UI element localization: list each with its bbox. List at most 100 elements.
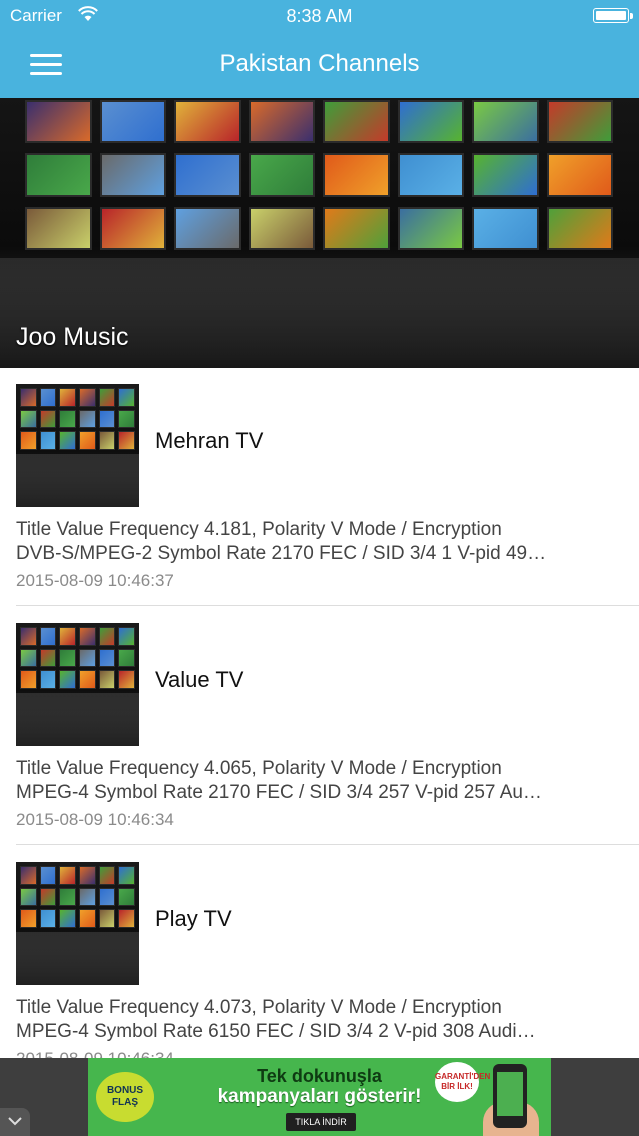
tv-screen-tile [397, 206, 464, 250]
tv-screen-tile [39, 409, 57, 429]
tv-screen-tile [59, 670, 76, 689]
tv-screen-tile [118, 388, 135, 407]
channel-description: Title Value Frequency 4.065, Polarity V … [16, 758, 542, 803]
tv-screen-tile [248, 206, 315, 250]
tv-screen-tile [248, 100, 315, 144]
channel-name: Mehran TV [155, 428, 264, 453]
row-divider [16, 844, 639, 845]
ad-banner[interactable]: BONUS FLAŞ Tek dokunuşla kampanyaları gö… [88, 1058, 551, 1136]
tv-screen-tile [323, 100, 390, 144]
tv-screen-tile [59, 648, 76, 668]
tv-screen-tile [59, 409, 76, 429]
tv-screen-tile [39, 388, 57, 407]
tv-screen-tile [118, 627, 135, 646]
tv-screen-tile [118, 909, 135, 928]
tv-screen-tile [78, 670, 96, 689]
status-bar: Carrier 8:38 AM [0, 0, 639, 32]
tv-screen-tile [472, 100, 539, 144]
tv-screen-tile [39, 648, 57, 668]
channel-description: Title Value Frequency 4.181, Polarity V … [16, 519, 547, 564]
tv-screen-tile [78, 909, 96, 928]
ad-bar: BONUS FLAŞ Tek dokunuşla kampanyaları gö… [0, 1058, 639, 1136]
tv-screen-tile [78, 887, 96, 907]
tv-screen-tile [20, 909, 37, 928]
tv-screen-tile [78, 431, 96, 450]
channel-row[interactable]: Value TV Title Value Frequency 4.065, Po… [0, 607, 639, 845]
tv-screen-tile [25, 153, 92, 197]
tv-screen-tile [99, 153, 166, 197]
ad-download-button[interactable]: TIKLA İNDİR [286, 1113, 356, 1131]
tv-screen-tile [20, 887, 37, 907]
ad-stamp: GARANTİ'DEN BİR İLK! [435, 1062, 490, 1102]
channel-thumbnail [16, 623, 139, 746]
tv-screen-tile [20, 648, 37, 668]
tv-screen-tile [546, 206, 613, 250]
channel-date: 2015-08-09 10:46:37 [16, 571, 174, 590]
tv-wall-image [25, 100, 613, 250]
tv-screen-tile [78, 627, 96, 646]
tv-wall-thumb [20, 866, 135, 928]
tv-screen-tile [78, 648, 96, 668]
tv-screen-tile [39, 887, 57, 907]
page-title: Pakistan Channels [219, 50, 420, 77]
channel-row[interactable]: Mehran TV Title Value Frequency 4.181, P… [0, 368, 639, 606]
tv-screen-tile [546, 153, 613, 197]
phone-icon [493, 1064, 527, 1128]
tv-screen-tile [98, 648, 116, 668]
tv-screen-tile [39, 627, 57, 646]
tv-screen-tile [174, 100, 241, 144]
tv-screen-tile [78, 866, 96, 885]
tv-screen-tile [118, 409, 135, 429]
tv-screen-tile [78, 388, 96, 407]
tv-wall-thumb [20, 388, 135, 450]
channel-name: Play TV [155, 906, 232, 931]
tv-screen-tile [59, 866, 76, 885]
tv-screen-tile [323, 153, 390, 197]
tv-wall-thumb [20, 627, 135, 689]
tv-screen-tile [59, 388, 76, 407]
tv-screen-tile [472, 206, 539, 250]
featured-banner-label: Joo Music [16, 323, 129, 351]
ad-subheadline: kampanyaları gösterir! [217, 1086, 422, 1107]
tv-screen-tile [174, 206, 241, 250]
tv-screen-tile [118, 648, 135, 668]
tv-screen-tile [20, 409, 37, 429]
tv-screen-tile [99, 100, 166, 144]
tv-screen-tile [20, 431, 37, 450]
tv-screen-tile [98, 887, 116, 907]
tv-screen-tile [20, 670, 37, 689]
channel-thumbnail [16, 384, 139, 507]
navigation-bar: Carrier 8:38 AM Pakistan Channels [0, 0, 639, 98]
tv-screen-tile [472, 153, 539, 197]
channel-description: Title Value Frequency 4.073, Polarity V … [16, 997, 536, 1042]
tv-screen-tile [59, 909, 76, 928]
tv-screen-tile [25, 100, 92, 144]
tv-screen-tile [323, 206, 390, 250]
tv-screen-tile [20, 388, 37, 407]
tv-screen-tile [118, 431, 135, 450]
featured-banner[interactable]: Joo Music [0, 98, 639, 368]
tv-screen-tile [78, 409, 96, 429]
tv-screen-tile [59, 627, 76, 646]
tv-screen-tile [98, 866, 116, 885]
battery-icon [593, 8, 633, 23]
channel-thumbnail [16, 862, 139, 985]
tv-screen-tile [546, 100, 613, 144]
tv-screen-tile [248, 153, 315, 197]
channel-row[interactable]: Play TV Title Value Frequency 4.073, Pol… [0, 846, 639, 1084]
chevron-down-icon [8, 1117, 22, 1126]
tv-screen-tile [98, 431, 116, 450]
channel-name: Value TV [155, 667, 244, 692]
channel-date: 2015-08-09 10:46:34 [16, 810, 174, 829]
tv-screen-tile [25, 206, 92, 250]
tv-screen-tile [98, 909, 116, 928]
row-divider [16, 605, 639, 606]
collapse-ad-button[interactable] [0, 1108, 30, 1136]
tv-screen-tile [39, 670, 57, 689]
tv-screen-tile [98, 670, 116, 689]
tv-screen-tile [39, 866, 57, 885]
tv-screen-tile [99, 206, 166, 250]
tv-screen-tile [20, 866, 37, 885]
tv-screen-tile [39, 909, 57, 928]
tv-screen-tile [397, 100, 464, 144]
